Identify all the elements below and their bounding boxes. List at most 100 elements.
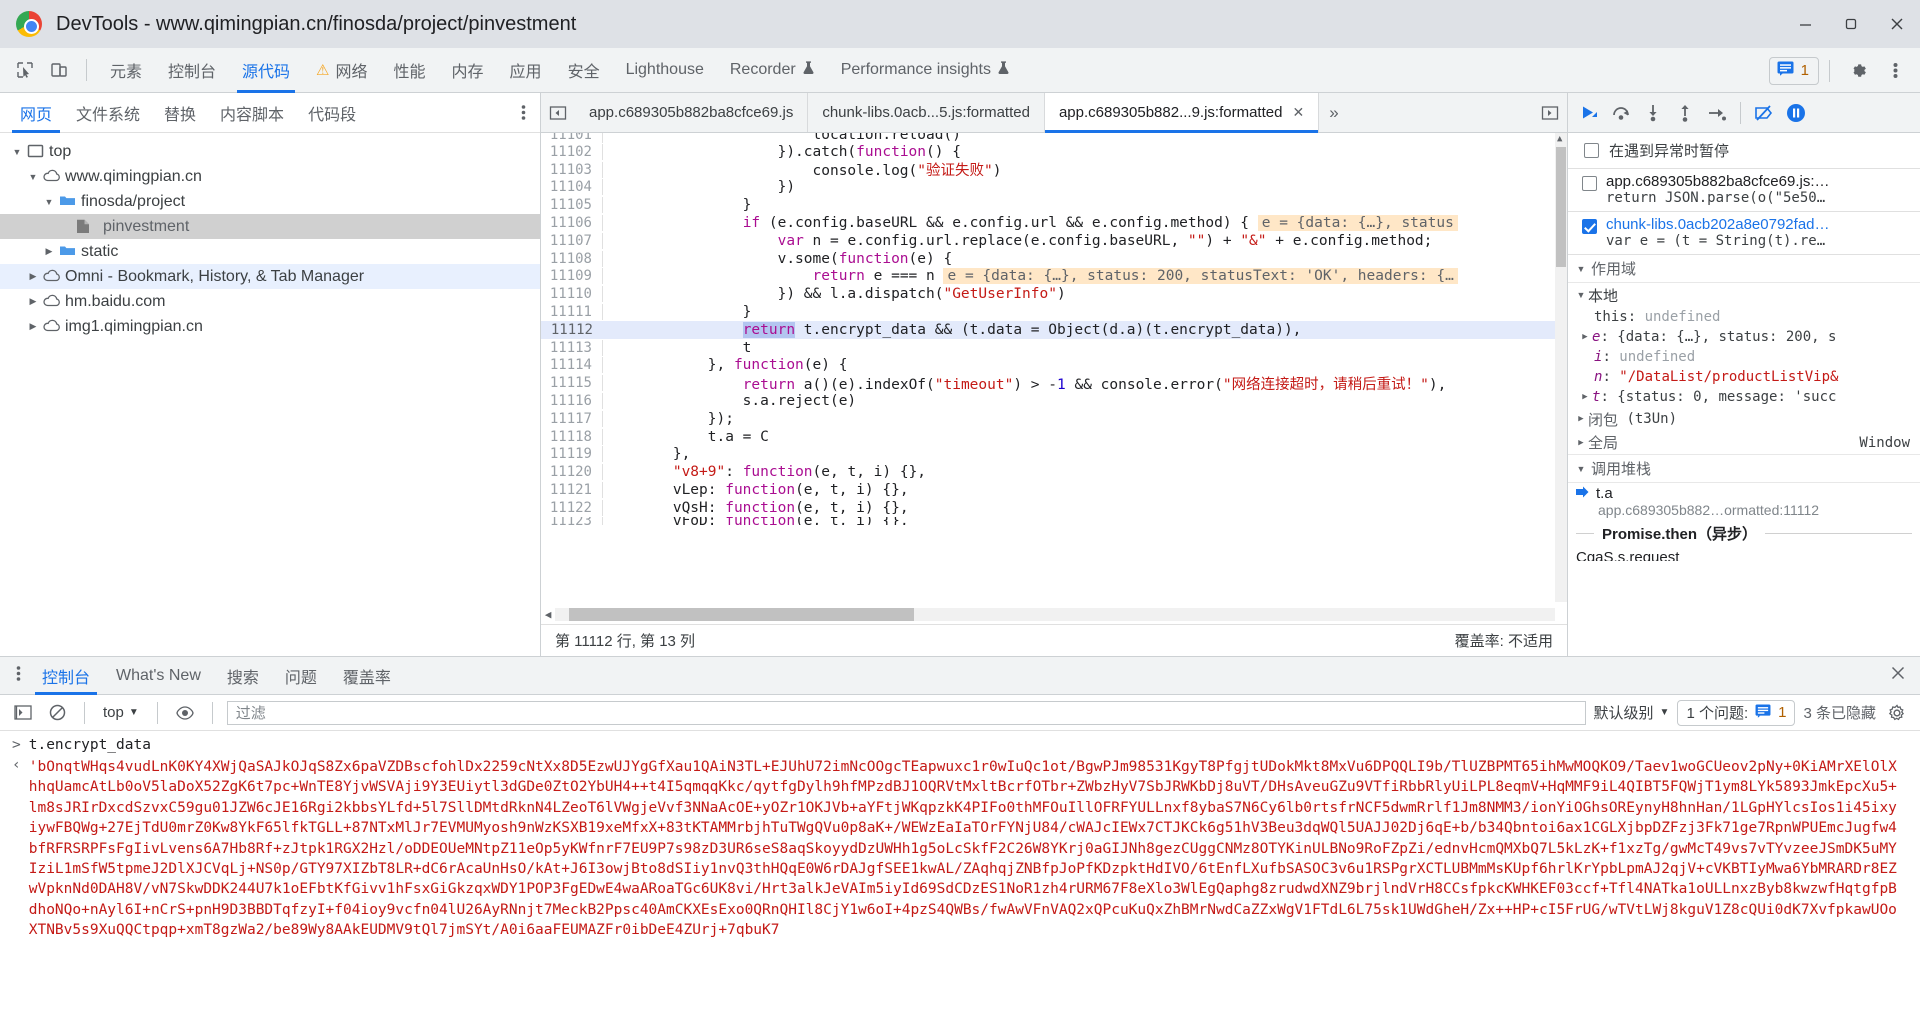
console-filter-input[interactable]: 过滤 xyxy=(226,700,1586,725)
scope-variable-n[interactable]: n: "/DataList/productListVip& xyxy=(1568,367,1920,387)
device-toolbar-icon[interactable] xyxy=(42,53,76,87)
gear-icon[interactable] xyxy=(1840,54,1874,88)
breakpoint-item[interactable]: chunk-libs.0acb202a8e0792fad… var e = (t… xyxy=(1568,212,1920,255)
navigator-more-icon[interactable] xyxy=(521,104,526,125)
navigator-tab-overrides[interactable]: 替换 xyxy=(152,93,208,133)
code-line: 11122 vQsH: function(e, t, i) {}, xyxy=(541,499,1555,517)
scrollbar-track[interactable] xyxy=(555,607,1555,621)
breakpoint-checkbox[interactable] xyxy=(1582,219,1597,234)
tree-item-static[interactable]: ▶ static xyxy=(0,239,540,264)
show-navigator-button[interactable] xyxy=(541,93,575,132)
navigator-tab-snippets[interactable]: 代码段 xyxy=(296,93,368,133)
console-sidebar-icon[interactable] xyxy=(10,700,36,726)
step-into-button[interactable] xyxy=(1638,98,1668,128)
step-over-button[interactable] xyxy=(1606,98,1636,128)
step-out-button[interactable] xyxy=(1670,98,1700,128)
source-tab-app-js[interactable]: app.c689305b882ba8cfce69.js xyxy=(575,93,809,132)
chevron-right-icon[interactable]: ▶ xyxy=(28,296,38,307)
pause-on-exceptions-row[interactable]: 在遇到异常时暂停 xyxy=(1568,133,1920,169)
resume-button[interactable] xyxy=(1574,98,1604,128)
editor-horizontal-scrollbar[interactable]: ◀ xyxy=(541,606,1555,622)
chevron-right-icon[interactable]: ▶ xyxy=(1580,392,1590,402)
tree-item-img1-qimingpian-cn[interactable]: ▶ img1.qimingpian.cn xyxy=(0,314,540,339)
scope-section-header[interactable]: ▼ 作用域 xyxy=(1568,255,1920,283)
tree-item-www-qimingpian-cn[interactable]: ▼ www.qimingpian.cn xyxy=(0,164,540,189)
navigator-tab-page[interactable]: 网页 xyxy=(8,93,64,133)
minimize-button[interactable] xyxy=(1782,0,1828,48)
close-button[interactable] xyxy=(1874,0,1920,48)
chevron-right-icon[interactable]: ▶ xyxy=(1576,438,1586,448)
tab-network[interactable]: ⚠ 网络 xyxy=(303,48,380,93)
drawer-tab-coverage[interactable]: 覆盖率 xyxy=(330,657,404,695)
console-context-selector[interactable]: top ▼ xyxy=(99,704,143,721)
tab-security[interactable]: 安全 xyxy=(555,48,613,93)
scroll-up-icon[interactable]: ▲ xyxy=(1557,134,1562,144)
scope-local-header[interactable]: ▼ 本地 xyxy=(1568,283,1920,307)
chevron-right-icon[interactable]: ▶ xyxy=(28,271,38,282)
tab-performance-insights[interactable]: Performance insights xyxy=(828,48,1023,93)
chevron-down-icon[interactable]: ▼ xyxy=(44,197,54,207)
drawer-tab-issues[interactable]: 问题 xyxy=(272,657,330,695)
chevron-down-icon[interactable]: ▼ xyxy=(28,172,38,182)
tree-item-top[interactable]: ▼ top xyxy=(0,139,540,164)
tab-lighthouse[interactable]: Lighthouse xyxy=(613,48,717,93)
scope-variable-e[interactable]: ▶ e: {data: {…}, status: 200, s xyxy=(1568,327,1920,347)
chevron-right-icon[interactable]: ▶ xyxy=(44,246,54,257)
tab-console[interactable]: 控制台 xyxy=(155,48,229,93)
scope-variable-this[interactable]: this: undefined xyxy=(1568,307,1920,327)
scope-global[interactable]: ▶ 全局 Window xyxy=(1568,431,1920,455)
chevron-right-icon[interactable]: ▶ xyxy=(1580,332,1590,342)
drawer-more-icon[interactable] xyxy=(8,665,29,686)
chevron-right-icon[interactable]: ▶ xyxy=(28,321,38,332)
tree-item-pinvestment[interactable]: pinvestment xyxy=(0,214,540,239)
breakpoint-item[interactable]: app.c689305b882ba8cfce69.js:… return JSO… xyxy=(1568,169,1920,212)
scope-closure[interactable]: ▶ 闭包 (t3Un) xyxy=(1568,407,1920,431)
inspect-element-icon[interactable] xyxy=(8,53,42,87)
tree-item-finosda-project[interactable]: ▼ finosda/project xyxy=(0,189,540,214)
pause-on-exceptions-checkbox[interactable] xyxy=(1584,143,1599,158)
breakpoint-checkbox[interactable] xyxy=(1582,176,1597,191)
console-issues-badge[interactable]: 1 个问题: 1 xyxy=(1677,699,1796,726)
navigator-tab-filesystem[interactable]: 文件系统 xyxy=(64,93,152,133)
tab-performance[interactable]: 性能 xyxy=(381,48,439,93)
scrollbar-thumb[interactable] xyxy=(569,607,914,621)
close-icon[interactable]: ✕ xyxy=(1292,104,1304,121)
deactivate-breakpoints-button[interactable] xyxy=(1749,98,1779,128)
navigator-tab-content-scripts[interactable]: 内容脚本 xyxy=(208,93,296,133)
console-settings-gear-icon[interactable] xyxy=(1884,700,1910,726)
scroll-left-icon[interactable]: ◀ xyxy=(541,608,555,621)
code-editor[interactable]: 11101 location.reload() 11102 }).catch(f… xyxy=(541,133,1567,624)
scope-variable-t[interactable]: ▶ t: {status: 0, message: 'succ xyxy=(1568,387,1920,407)
maximize-button[interactable] xyxy=(1828,0,1874,48)
scrollbar-thumb[interactable] xyxy=(1556,147,1566,267)
chevron-down-icon[interactable]: ▼ xyxy=(12,147,22,157)
tree-item-omni[interactable]: ▶ Omni - Bookmark, History, & Tab Manage… xyxy=(0,264,540,289)
callstack-section-header[interactable]: ▼ 调用堆栈 xyxy=(1568,455,1920,483)
drawer-tab-search[interactable]: 搜索 xyxy=(214,657,272,695)
close-drawer-icon[interactable] xyxy=(1890,665,1906,687)
message-count-badge[interactable]: 1 xyxy=(1768,56,1819,85)
source-tab-chunk-libs[interactable]: chunk-libs.0acb...5.js:formatted xyxy=(808,93,1045,132)
live-expression-eye-icon[interactable] xyxy=(172,700,198,726)
tab-memory[interactable]: 内存 xyxy=(439,48,497,93)
tab-sources[interactable]: 源代码 xyxy=(229,48,303,93)
clear-console-icon[interactable] xyxy=(44,700,70,726)
more-options-icon[interactable] xyxy=(1878,54,1912,88)
chevron-right-icon[interactable]: ▶ xyxy=(1576,414,1586,424)
pause-on-exceptions-button[interactable] xyxy=(1781,98,1811,128)
console-level-selector[interactable]: 默认级别 ▼ xyxy=(1594,702,1670,723)
show-debugger-button[interactable] xyxy=(1533,93,1567,132)
tab-recorder[interactable]: Recorder xyxy=(717,48,828,93)
scope-variable-i[interactable]: i: undefined xyxy=(1568,347,1920,367)
tab-application[interactable]: 应用 xyxy=(497,48,555,93)
callstack-frame[interactable]: t.a app.c689305b882…ormatted:11112 xyxy=(1568,483,1920,520)
step-button[interactable] xyxy=(1702,98,1732,128)
source-tab-app-formatted[interactable]: app.c689305b882...9.js:formatted ✕ xyxy=(1044,93,1320,133)
source-tabs-overflow-icon[interactable]: » xyxy=(1319,93,1348,132)
tree-item-hm-baidu-com[interactable]: ▶ hm.baidu.com xyxy=(0,289,540,314)
editor-vertical-scrollbar[interactable]: ▲ xyxy=(1555,133,1567,602)
drawer-tab-whats-new[interactable]: What's New xyxy=(103,657,214,695)
drawer-tab-console[interactable]: 控制台 xyxy=(29,657,103,695)
callstack-frame[interactable]: CgaS.s.request xyxy=(1568,547,1920,561)
tab-elements[interactable]: 元素 xyxy=(97,48,155,93)
